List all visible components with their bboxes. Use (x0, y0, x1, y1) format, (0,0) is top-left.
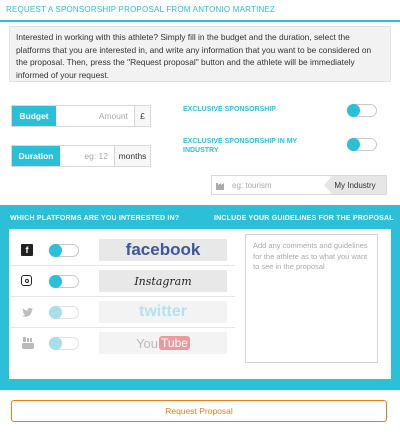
twitter-toggle[interactable] (49, 306, 79, 319)
youtube-logo: You Tube (99, 332, 227, 354)
instagram-toggle[interactable] (49, 275, 79, 288)
intro-text: Interested in working with this athlete?… (9, 26, 391, 82)
header: REQUEST A SPONSORSHIP PROPOSAL FROM ANTO… (0, 0, 400, 22)
exclusive-industry-toggle[interactable] (347, 138, 377, 151)
toggle-knob (49, 337, 62, 350)
duration-unit: months (114, 146, 150, 166)
twitter-logo-text: twitter (139, 303, 187, 320)
industry-field: eg: tourism My Industry (211, 175, 387, 195)
budget-input[interactable]: Amount (56, 106, 134, 126)
toggle-knob (49, 275, 62, 288)
platforms-title: WHICH PLATFORMS ARE YOU INTERESTED IN? (10, 215, 180, 222)
toggle-knob (347, 104, 360, 117)
duration-field: Duration eg: 12 months (11, 145, 151, 167)
budget-field: Budget Amount £ (11, 105, 151, 127)
facebook-logo-text: facebook (125, 240, 201, 259)
currency-unit: £ (134, 106, 150, 126)
twitter-logo: twitter (99, 301, 227, 323)
exclusive-industry-label: EXCLUSIVE SPONSORSHIP IN MY INDUSTRY (183, 138, 298, 154)
instagram-icon (21, 275, 32, 286)
instagram-logo-text: Instagram (134, 274, 192, 288)
toggle-knob (49, 244, 62, 257)
youtube-icon (21, 337, 35, 349)
page-title: REQUEST A SPONSORSHIP PROPOSAL FROM ANTO… (6, 5, 276, 14)
industry-input[interactable]: eg: tourism (230, 176, 324, 194)
budget-label: Budget (12, 106, 56, 126)
duration-input[interactable]: eg: 12 (60, 146, 114, 166)
platforms-card: f facebook Instagram twitter You Tube Ad… (9, 229, 391, 379)
toggle-knob (49, 306, 62, 319)
platform-row-instagram: Instagram (9, 266, 235, 297)
duration-label: Duration (12, 146, 60, 166)
youtube-logo-tube: Tube (159, 336, 190, 350)
youtube-toggle[interactable] (49, 337, 79, 350)
facebook-logo: facebook (99, 239, 227, 261)
instagram-logo: Instagram (99, 270, 227, 292)
exclusive-sponsorship-toggle[interactable] (347, 104, 377, 117)
twitter-icon (21, 306, 33, 318)
industry-icon (212, 176, 230, 194)
my-industry-button[interactable]: My Industry (324, 176, 386, 194)
platform-row-youtube: You Tube (9, 328, 235, 359)
youtube-logo-text: You (136, 335, 159, 351)
guidelines-textarea[interactable]: Add any comments and guidelines for the … (245, 234, 378, 363)
platform-row-twitter: twitter (9, 297, 235, 328)
guidelines-title: INCLUDE YOUR GUIDELINES FOR THE PROPOSAL (214, 215, 394, 222)
facebook-toggle[interactable] (49, 244, 79, 257)
proposal-options-panel: Budget Amount £ Duration eg: 12 months E… (9, 95, 395, 205)
platform-row-facebook: f facebook (9, 235, 235, 266)
platforms-section: WHICH PLATFORMS ARE YOU INTERESTED IN? I… (0, 205, 400, 390)
toggle-knob (347, 138, 360, 151)
exclusive-sponsorship-label: EXCLUSIVE SPONSORSHIP (183, 106, 276, 113)
request-proposal-button[interactable]: Request Proposal (11, 400, 387, 422)
facebook-icon: f (21, 244, 33, 256)
